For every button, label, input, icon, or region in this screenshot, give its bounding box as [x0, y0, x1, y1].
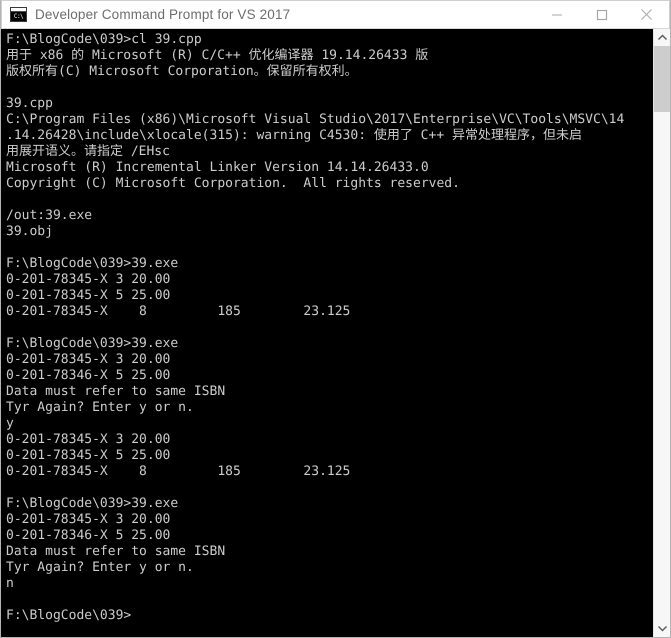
scrollbar-thumb[interactable]	[654, 46, 670, 112]
console-line: 0-201-78345-X 3 20.00	[6, 352, 171, 367]
minimize-icon	[551, 13, 562, 16]
console-line: 39.cpp	[6, 96, 53, 111]
console-line: /out:39.exe	[6, 208, 93, 223]
console-output[interactable]: F:\BlogCode\039>cl 39.cpp 用于 x86 的 Micros…	[1, 29, 653, 637]
console-line: F:\BlogCode\039>39.exe	[6, 256, 179, 271]
console-line: 0-201-78345-X 3 20.00	[6, 512, 171, 527]
close-icon	[641, 9, 652, 20]
console-line: n	[6, 576, 14, 591]
console-app-icon: C:\	[10, 7, 27, 22]
scrollbar-track[interactable]	[654, 46, 670, 620]
chevron-up-icon	[657, 34, 667, 40]
console-line: 0-201-78346-X 5 25.00	[6, 528, 171, 543]
console-line: 0-201-78345-X 3 20.00	[6, 272, 171, 287]
command-prompt-window: C:\ Developer Command Prompt for VS 2017…	[0, 0, 671, 638]
console-line: 版权所有(C) Microsoft Corporation。保留所有权利。	[6, 64, 358, 79]
console-line: 0-201-78345-X 5 25.00	[6, 288, 171, 303]
scrollbar-down-button[interactable]	[654, 620, 670, 637]
close-button[interactable]	[624, 1, 669, 28]
console-line: Data must refer to same ISBN	[6, 384, 226, 399]
window-title: Developer Command Prompt for VS 2017	[35, 7, 291, 22]
maximize-icon	[596, 9, 607, 20]
chevron-down-icon	[657, 626, 667, 632]
console-line: C:\Program Files (x86)\Microsoft Visual …	[6, 112, 625, 127]
console-line: F:\BlogCode\039>cl 39.cpp	[6, 32, 202, 47]
console-line: F:\BlogCode\039>	[6, 608, 132, 623]
minimize-button[interactable]	[534, 1, 579, 28]
console-line: F:\BlogCode\039>39.exe	[6, 496, 179, 511]
vertical-scrollbar[interactable]	[653, 29, 670, 637]
console-line: Tyr Again? Enter y or n.	[6, 560, 194, 575]
console-line: 0-201-78346-X 5 25.00	[6, 368, 171, 383]
console-line: F:\BlogCode\039>39.exe	[6, 336, 179, 351]
console-line: 0-201-78345-X 5 25.00	[6, 448, 171, 463]
console-icon-label: C:\	[11, 12, 26, 21]
console-line: 0-201-78345-X 8 185 23.125	[6, 464, 351, 479]
console-line: .14.26428\include\xlocale(315): warning …	[6, 128, 582, 143]
window-titlebar[interactable]: C:\ Developer Command Prompt for VS 2017	[1, 0, 670, 29]
console-line: 用展开语义。请指定 /EHsc	[6, 144, 170, 159]
window-body: F:\BlogCode\039>cl 39.cpp 用于 x86 的 Micros…	[1, 29, 670, 637]
console-line: Copyright (C) Microsoft Corporation. All…	[6, 176, 460, 191]
console-line: 0-201-78345-X 3 20.00	[6, 432, 171, 447]
scrollbar-up-button[interactable]	[654, 29, 670, 46]
console-line: y	[6, 416, 14, 431]
console-line: Data must refer to same ISBN	[6, 544, 226, 559]
console-line: Microsoft (R) Incremental Linker Version…	[6, 160, 429, 175]
maximize-button[interactable]	[579, 1, 624, 28]
console-line: 0-201-78345-X 8 185 23.125	[6, 304, 351, 319]
console-line: 用于 x86 的 Microsoft (R) C/C++ 优化编译器 19.14…	[6, 48, 429, 63]
console-line: 39.obj	[6, 224, 53, 239]
console-line: Tyr Again? Enter y or n.	[6, 400, 194, 415]
